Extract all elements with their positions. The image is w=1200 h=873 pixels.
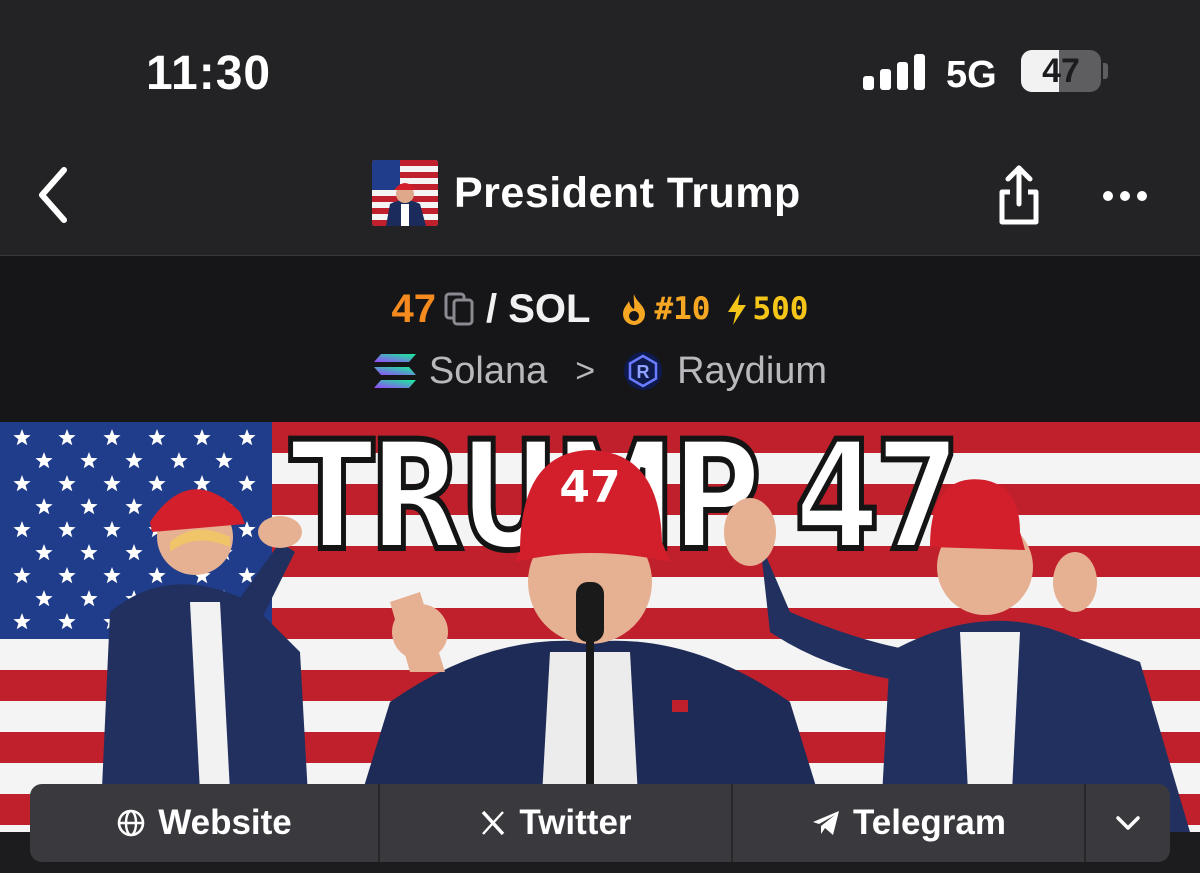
flag-star bbox=[13, 475, 31, 492]
share-icon bbox=[999, 165, 1039, 225]
share-button[interactable] bbox=[994, 162, 1044, 228]
flag-star bbox=[13, 429, 31, 446]
signal-strength-icon bbox=[863, 54, 925, 90]
trending-rank-value: #10 bbox=[654, 291, 711, 327]
flag-star bbox=[35, 590, 53, 607]
token-banner: TRUMP 47 47 bbox=[0, 422, 1200, 832]
network-type: 5G bbox=[946, 54, 997, 96]
solana-icon bbox=[373, 354, 416, 388]
flag-star bbox=[58, 429, 76, 446]
flag-star bbox=[35, 498, 53, 515]
flag-star bbox=[13, 567, 31, 584]
chevron-down-icon bbox=[1116, 816, 1140, 830]
x-logo-icon bbox=[482, 810, 505, 836]
flag-star bbox=[58, 613, 76, 630]
token-avatar bbox=[372, 160, 438, 226]
right-figure bbox=[724, 479, 1190, 832]
chain-row: Solana > R Raydium bbox=[0, 348, 1200, 394]
chain-name[interactable]: Solana bbox=[429, 350, 547, 393]
battery-level: 47 bbox=[1042, 52, 1080, 90]
pair-row: 47 / SOL #10 500 bbox=[0, 286, 1200, 332]
trending-rank[interactable]: #10 bbox=[620, 291, 710, 327]
base-symbol: 47 bbox=[391, 286, 437, 331]
flag-star bbox=[193, 429, 211, 446]
website-button[interactable]: Website bbox=[30, 784, 380, 862]
dex-name[interactable]: Raydium bbox=[677, 350, 827, 393]
telegram-icon bbox=[812, 811, 839, 835]
fire-icon bbox=[623, 294, 646, 325]
raydium-icon: R bbox=[624, 352, 663, 390]
twitter-button[interactable]: Twitter bbox=[380, 784, 733, 862]
page-title: President Trump bbox=[454, 168, 801, 217]
boost-value: 500 bbox=[752, 291, 809, 327]
hat-number: 47 bbox=[559, 462, 620, 513]
battery-icon: 47 bbox=[1021, 50, 1101, 92]
nav-title-group: President Trump bbox=[372, 160, 801, 226]
lightning-icon bbox=[728, 293, 747, 325]
flag-star bbox=[58, 567, 76, 584]
boost-badge[interactable]: 500 bbox=[726, 291, 808, 327]
battery-tip bbox=[1103, 63, 1108, 79]
telegram-button[interactable]: Telegram bbox=[733, 784, 1086, 862]
links-bar: Website Twitter Telegram bbox=[30, 784, 1170, 862]
flag-star bbox=[35, 544, 53, 561]
status-time: 11:30 bbox=[146, 47, 272, 100]
chain-separator: > bbox=[575, 351, 596, 390]
more-links-button[interactable] bbox=[1086, 784, 1170, 862]
flag-star bbox=[58, 475, 76, 492]
more-dots-icon bbox=[1103, 191, 1147, 201]
flag-star bbox=[238, 429, 256, 446]
twitter-label: Twitter bbox=[519, 803, 632, 842]
flag-star bbox=[103, 429, 121, 446]
flag-star bbox=[148, 429, 166, 446]
copy-icon[interactable] bbox=[444, 292, 474, 326]
flag-star bbox=[13, 521, 31, 538]
quote-symbol: / SOL bbox=[486, 286, 591, 331]
status-bar: 11:30 5G 47 bbox=[0, 0, 1200, 140]
chevron-left-icon bbox=[39, 167, 67, 223]
flag-star bbox=[58, 521, 76, 538]
svg-text:R: R bbox=[637, 362, 650, 382]
flag-star bbox=[35, 452, 53, 469]
back-button[interactable] bbox=[30, 162, 80, 228]
nav-bar: President Trump bbox=[0, 140, 1200, 256]
globe-icon bbox=[117, 809, 145, 837]
telegram-label: Telegram bbox=[852, 803, 1007, 842]
more-button[interactable] bbox=[1100, 178, 1150, 214]
left-figure bbox=[100, 489, 310, 832]
website-label: Website bbox=[158, 803, 292, 842]
flag-star bbox=[13, 613, 31, 630]
token-info: 47 / SOL #10 500 Solana > R Raydium bbox=[0, 256, 1200, 422]
